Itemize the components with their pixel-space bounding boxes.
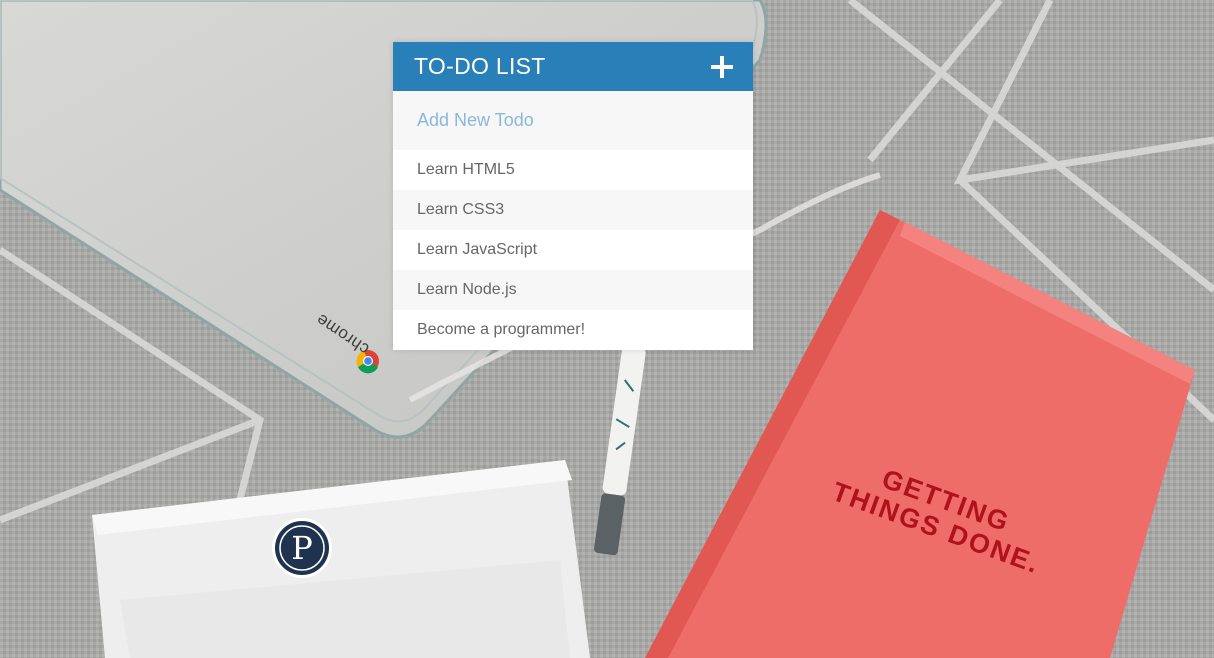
todo-item[interactable]: Become a programmer! — [393, 310, 753, 350]
plus-icon[interactable] — [711, 55, 733, 78]
todo-item[interactable]: Learn CSS3 — [393, 190, 753, 230]
todo-list: Learn HTML5 Learn CSS3 Learn JavaScript … — [393, 150, 753, 350]
new-todo-input[interactable] — [393, 91, 753, 150]
sticker-logo: P — [291, 529, 313, 567]
todo-item[interactable]: Learn Node.js — [393, 270, 753, 310]
background-photo: chrome P GETTING THINGS DONE. TO-DO LIST… — [0, 0, 1214, 658]
todo-item[interactable]: Learn HTML5 — [393, 150, 753, 190]
todo-widget: TO-DO LIST Learn HTML5 Learn CSS3 Learn … — [393, 42, 753, 350]
todo-title: TO-DO LIST — [414, 53, 546, 79]
todo-item[interactable]: Learn JavaScript — [393, 230, 753, 270]
todo-header: TO-DO LIST — [393, 42, 753, 91]
